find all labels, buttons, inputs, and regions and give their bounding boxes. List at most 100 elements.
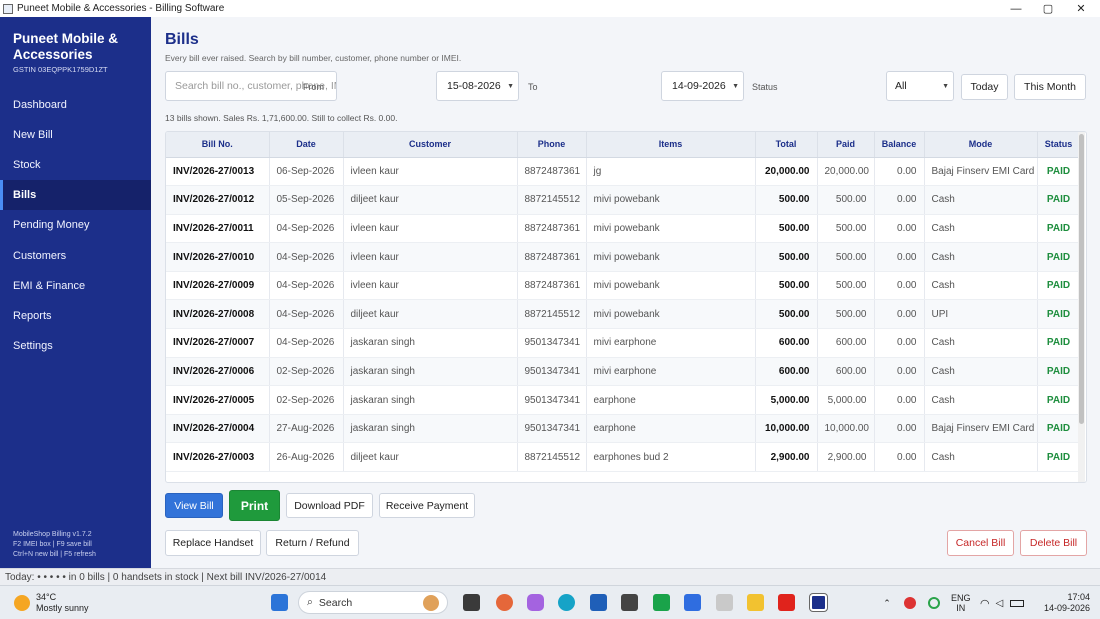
security-icon[interactable] [904, 597, 916, 609]
receive-payment-button[interactable]: Receive Payment [379, 493, 475, 518]
mode-cell: Cash [924, 271, 1038, 301]
table-row[interactable]: INV/2026-27/0006 02-Sep-2026 jaskaran sing… [166, 357, 1081, 387]
editor-app-icon[interactable] [684, 594, 701, 611]
scrollbar-thumb[interactable] [1079, 134, 1084, 424]
mode-cell: Cash [924, 442, 1038, 473]
widget-app-icon[interactable] [496, 594, 513, 611]
status-bar: Today: • • • • • in 0 bills | 0 handsets… [0, 568, 1100, 585]
paid-cell: 20,000.00 [817, 157, 875, 187]
table-row[interactable]: INV/2026-27/0007 04-Sep-2026 jaskaran sing… [166, 328, 1081, 358]
table-row[interactable]: INV/2026-27/0004 27-Aug-2026 jaskaran sing… [166, 414, 1081, 444]
windows-start-icon[interactable] [271, 594, 288, 611]
language-code: ENG [951, 593, 971, 603]
balance-cell: 0.00 [874, 442, 925, 473]
total-cell: 500.00 [755, 214, 818, 244]
return-refund-button[interactable]: Return / Refund [266, 530, 359, 556]
xbox-icon[interactable] [653, 594, 670, 611]
sidebar-item-bills[interactable]: Bills [0, 180, 151, 211]
edge-browser-icon[interactable] [558, 594, 575, 611]
cancel-bill-button[interactable]: Cancel Bill [947, 530, 1014, 556]
table-row[interactable]: INV/2026-27/0003 26-Aug-2026 diljeet kaur 8… [166, 442, 1081, 473]
clock[interactable]: 17:04 14-09-2026 [1040, 586, 1090, 619]
replace-handset-button[interactable]: Replace Handset [165, 530, 261, 556]
language-indicator[interactable]: ENG IN [951, 586, 971, 619]
sidebar-item-settings[interactable]: Settings [0, 331, 151, 361]
total-cell: 500.00 [755, 242, 818, 272]
paid-cell: 500.00 [817, 271, 875, 301]
sidebar-item-dashboard[interactable]: Dashboard [0, 90, 151, 120]
taskbar-search[interactable]: ⌕ Search [298, 591, 448, 614]
search-icon: ⌕ [307, 596, 313, 608]
sidebar-item-reports[interactable]: Reports [0, 301, 151, 331]
bills-summary: 13 bills shown. Sales Rs. 1,71,600.00. S… [165, 113, 398, 123]
sidebar-item-stock[interactable]: Stock [0, 150, 151, 180]
this-month-button[interactable]: This Month [1014, 74, 1086, 100]
status-cell: PAID [1037, 442, 1081, 473]
table-row[interactable]: INV/2026-27/0012 05-Sep-2026 diljeet kaur 8… [166, 185, 1081, 215]
date-cell: 02-Sep-2026 [269, 385, 344, 415]
from-date-field[interactable]: 15-08-2026 ▼ [436, 71, 519, 101]
youtube-icon[interactable] [778, 594, 795, 611]
column-header-mode[interactable]: Mode [924, 132, 1038, 158]
weather-widget[interactable]: 34°C Mostly sunny [14, 592, 89, 614]
main-content: Bills Every bill ever raised. Search by … [151, 17, 1100, 568]
chevron-down-icon[interactable]: ▼ [942, 83, 949, 90]
table-scrollbar[interactable] [1078, 132, 1085, 482]
column-header-total[interactable]: Total [755, 132, 818, 158]
window-title: Puneet Mobile & Accessories - Billing So… [17, 3, 225, 14]
maximize-button[interactable]: ▢ [1033, 0, 1063, 17]
today-button[interactable]: Today [961, 74, 1008, 100]
column-header-bill-no[interactable]: Bill No. [166, 132, 270, 158]
column-header-status[interactable]: Status [1037, 132, 1081, 158]
store-icon[interactable] [590, 594, 607, 611]
column-header-phone[interactable]: Phone [517, 132, 587, 158]
date-cell: 06-Sep-2026 [269, 157, 344, 187]
tray-status-icons[interactable]: ◠ ◁ [980, 586, 1025, 619]
bill-number-cell: INV/2026-27/0003 [166, 442, 270, 473]
table-row[interactable]: INV/2026-27/0013 06-Sep-2026 ivleen kaur 88… [166, 157, 1081, 187]
chevron-down-icon[interactable]: ▼ [507, 83, 514, 90]
column-header-items[interactable]: Items [586, 132, 756, 158]
minimize-button[interactable]: — [1001, 0, 1031, 17]
table-row[interactable]: INV/2026-27/0010 04-Sep-2026 ivleen kaur 88… [166, 242, 1081, 272]
file-explorer-icon[interactable] [747, 594, 764, 611]
total-cell: 600.00 [755, 357, 818, 387]
table-row[interactable]: INV/2026-27/0009 04-Sep-2026 ivleen kaur 88… [166, 271, 1081, 301]
status-cell: PAID [1037, 299, 1081, 330]
total-cell: 5,000.00 [755, 385, 818, 415]
download-pdf-button[interactable]: Download PDF [286, 493, 373, 518]
app-cube-icon[interactable] [621, 594, 638, 611]
to-date-field[interactable]: 14-09-2026 ▼ [661, 71, 744, 101]
sidebar-item-emi-finance[interactable]: EMI & Finance [0, 271, 151, 301]
status-select[interactable]: All ▼ [886, 71, 954, 101]
print-button[interactable]: Print [229, 490, 280, 521]
clock-time: 17:04 [1067, 592, 1090, 602]
delete-bill-button[interactable]: Delete Bill [1020, 530, 1087, 556]
column-header-date[interactable]: Date [269, 132, 344, 158]
close-button[interactable]: ✕ [1066, 0, 1096, 17]
sync-icon[interactable] [928, 597, 940, 609]
task-view-icon[interactable] [463, 594, 480, 611]
mail-icon[interactable] [716, 594, 733, 611]
table-row[interactable]: INV/2026-27/0011 04-Sep-2026 ivleen kaur 88… [166, 214, 1081, 244]
sidebar-item-pending-money[interactable]: Pending Money [0, 210, 151, 240]
chevron-up-icon[interactable]: ⌃ [880, 598, 894, 609]
mode-cell: Cash [924, 214, 1038, 244]
column-header-paid[interactable]: Paid [817, 132, 875, 158]
bill-number-cell: INV/2026-27/0011 [166, 214, 270, 244]
view-bill-button[interactable]: View Bill [165, 493, 223, 518]
copilot-icon[interactable] [527, 594, 544, 611]
bill-number-cell: INV/2026-27/0008 [166, 299, 270, 330]
billing-app-icon[interactable] [810, 594, 827, 611]
table-row[interactable]: INV/2026-27/0005 02-Sep-2026 jaskaran sing… [166, 385, 1081, 415]
column-header-balance[interactable]: Balance [874, 132, 925, 158]
chevron-down-icon[interactable]: ▼ [732, 83, 739, 90]
table-row[interactable]: INV/2026-27/0008 04-Sep-2026 diljeet kaur 8… [166, 299, 1081, 330]
column-header-customer[interactable]: Customer [343, 132, 518, 158]
balance-cell: 0.00 [874, 157, 925, 187]
phone-cell: 8872487361 [517, 157, 587, 187]
sidebar-item-customers[interactable]: Customers [0, 240, 151, 270]
wifi-icon: ◠ [980, 597, 990, 610]
bill-number-cell: INV/2026-27/0006 [166, 357, 270, 387]
sidebar-item-new-bill[interactable]: New Bill [0, 120, 151, 150]
